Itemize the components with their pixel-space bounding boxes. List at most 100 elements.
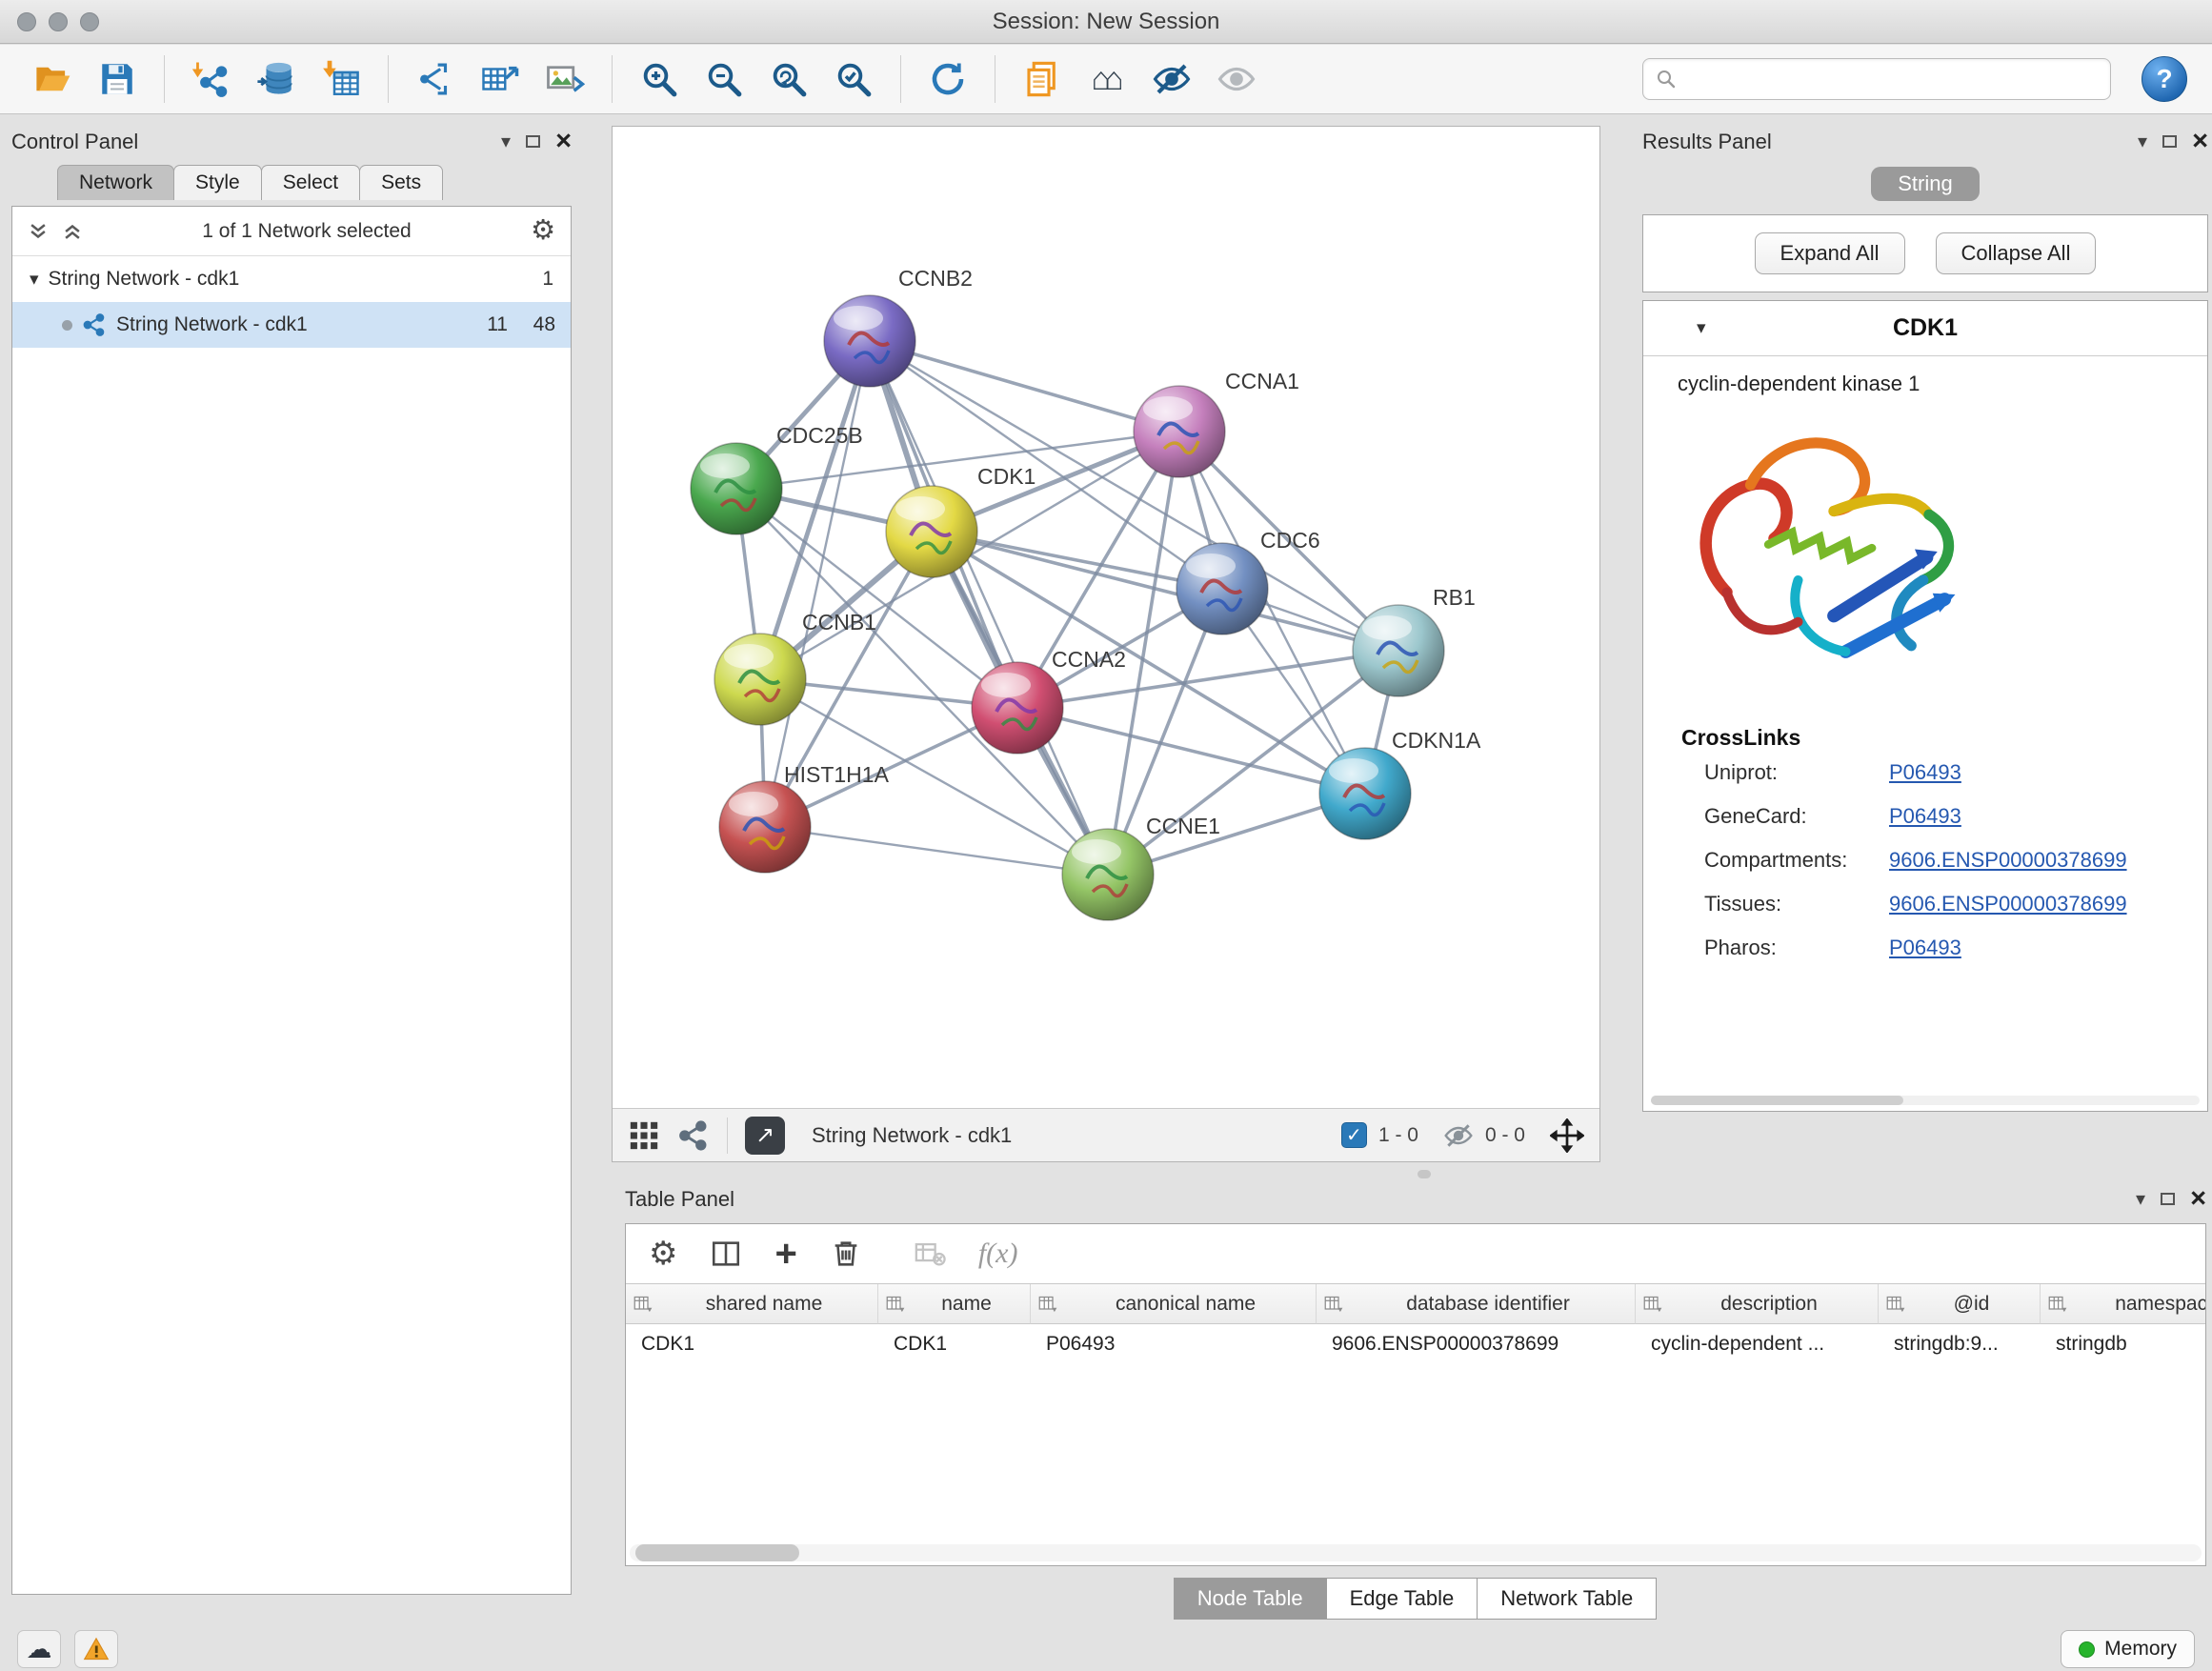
show-columns-icon[interactable]: [710, 1238, 742, 1270]
panel-float-icon[interactable]: [2162, 135, 2177, 148]
zoom-in-button[interactable]: [632, 50, 687, 108]
panel-menu-icon[interactable]: ▾: [501, 130, 511, 153]
column-header[interactable]: name: [878, 1284, 1031, 1324]
zoom-selected-icon: [834, 59, 874, 99]
column-header[interactable]: @id: [1879, 1284, 2041, 1324]
table-settings-gear-icon[interactable]: ⚙: [649, 1238, 677, 1270]
new-network-button[interactable]: [408, 50, 463, 108]
tab-node-table[interactable]: Node Table: [1174, 1578, 1327, 1620]
search-input[interactable]: [1685, 68, 2099, 91]
maximize-window-button[interactable]: [80, 12, 99, 31]
table-row[interactable]: CDK1 CDK1 P06493 9606.ENSP00000378699 cy…: [626, 1324, 2205, 1364]
import-network-icon: [191, 59, 231, 99]
open-session-button[interactable]: [25, 50, 80, 108]
close-window-button[interactable]: [17, 12, 36, 31]
first-neighbors-button[interactable]: ⌂⌂: [1079, 50, 1135, 108]
panel-menu-icon[interactable]: ▾: [2136, 1187, 2145, 1211]
panel-menu-icon[interactable]: ▾: [2138, 130, 2147, 153]
network-canvas[interactable]: CCNB2CCNA1CDC25BCDK1CDC6RB1CCNB1CCNA2CDK…: [613, 127, 1599, 1108]
minimize-window-button[interactable]: [49, 12, 68, 31]
import-network-database-button[interactable]: [249, 50, 304, 108]
network-arrows-icon: [415, 59, 455, 99]
tab-select[interactable]: Select: [261, 165, 360, 200]
save-session-button[interactable]: [90, 50, 145, 108]
refresh-button[interactable]: [920, 50, 975, 108]
zoom-selected-button[interactable]: [826, 50, 881, 108]
show-all-button[interactable]: [1209, 50, 1264, 108]
panel-close-icon[interactable]: ×: [555, 128, 572, 155]
pan-crosshair-icon[interactable]: [1550, 1118, 1584, 1153]
edge-CCNB2-HIST1H1A[interactable]: [765, 341, 870, 827]
open-in-window-button[interactable]: ↗: [745, 1117, 785, 1155]
node-CCNA1[interactable]: CCNA1: [1134, 369, 1299, 477]
collapse-section-icon[interactable]: ▾: [1697, 317, 1706, 339]
tab-network-table[interactable]: Network Table: [1477, 1578, 1657, 1620]
node-CCNB2[interactable]: CCNB2: [824, 266, 973, 387]
edge-CCNB2-CCNE1[interactable]: [870, 341, 1108, 875]
panel-close-icon[interactable]: ×: [2190, 1185, 2206, 1213]
panel-float-icon[interactable]: [2161, 1193, 2175, 1205]
expand-all-icon[interactable]: [28, 221, 49, 242]
cloud-status-button[interactable]: ☁: [17, 1630, 61, 1668]
birds-eye-view-button[interactable]: [628, 1119, 660, 1152]
edge-HIST1H1A-CCNE1[interactable]: [765, 827, 1108, 875]
column-header[interactable]: database identifier: [1317, 1284, 1636, 1324]
memory-button[interactable]: Memory: [2061, 1630, 2195, 1668]
crosslink-pharos-link[interactable]: P06493: [1889, 936, 2207, 960]
import-table-button[interactable]: [313, 50, 369, 108]
node-CDKN1A[interactable]: CDKN1A: [1319, 728, 1481, 839]
export-image-button[interactable]: [537, 50, 593, 108]
results-scrollbar[interactable]: [1651, 1096, 2200, 1105]
delete-column-trash-icon[interactable]: [830, 1238, 862, 1270]
panel-close-icon[interactable]: ×: [2192, 128, 2208, 155]
collapse-all-icon[interactable]: [62, 221, 83, 242]
network-row[interactable]: String Network - cdk1 11 48: [12, 302, 571, 348]
tree-expander-icon[interactable]: ▾: [30, 269, 39, 291]
results-actions: Expand All Collapse All: [1642, 214, 2208, 292]
export-network-icon: [480, 59, 520, 99]
gear-icon[interactable]: ⚙: [531, 217, 555, 245]
network-overview-button[interactable]: [677, 1119, 710, 1152]
copy-button[interactable]: [1015, 50, 1070, 108]
panel-float-icon[interactable]: [526, 135, 540, 148]
crosslink-tissues-link[interactable]: 9606.ENSP00000378699: [1889, 892, 2207, 916]
zoom-fit-button[interactable]: [761, 50, 816, 108]
expand-all-button[interactable]: Expand All: [1755, 232, 1905, 274]
warnings-button[interactable]: [74, 1630, 118, 1668]
houses-icon: ⌂⌂: [1091, 63, 1122, 95]
selected-checkbox[interactable]: ✓: [1341, 1122, 1367, 1148]
column-header[interactable]: namespace: [2041, 1284, 2206, 1324]
tab-sets[interactable]: Sets: [359, 165, 443, 200]
string-results-tab[interactable]: String: [1871, 167, 1979, 201]
node-RB1[interactable]: RB1: [1353, 585, 1476, 696]
column-header[interactable]: shared name: [626, 1284, 878, 1324]
help-button[interactable]: ?: [2142, 56, 2187, 102]
crosslink-uniprot-link[interactable]: P06493: [1889, 760, 2207, 785]
table-horizontal-scrollbar[interactable]: [630, 1544, 2202, 1561]
tab-edge-table[interactable]: Edge Table: [1326, 1578, 1478, 1620]
column-header[interactable]: canonical name: [1031, 1284, 1317, 1324]
splitter-handle[interactable]: [1418, 1170, 1431, 1178]
node-CCNB1[interactable]: CCNB1: [714, 610, 876, 725]
gene-header[interactable]: ▾ CDK1: [1643, 301, 2207, 356]
crosslink-compartments-link[interactable]: 9606.ENSP00000378699: [1889, 848, 2207, 873]
add-column-icon[interactable]: +: [774, 1235, 796, 1273]
edge-CCNB2-CCNA1[interactable]: [870, 341, 1179, 432]
zoom-out-button[interactable]: [696, 50, 752, 108]
cloud-icon: ☁: [27, 1637, 52, 1662]
network-collection-row[interactable]: ▾ String Network - cdk1 1: [12, 256, 571, 302]
node-HIST1H1A[interactable]: HIST1H1A: [719, 762, 890, 873]
import-network-file-button[interactable]: [184, 50, 239, 108]
node-CDK1[interactable]: CDK1: [886, 464, 1036, 577]
node-CDC6[interactable]: CDC6: [1176, 528, 1320, 634]
column-icon: [1038, 1295, 1057, 1314]
tab-style[interactable]: Style: [173, 165, 262, 200]
collapse-all-button[interactable]: Collapse All: [1936, 232, 2097, 274]
crosslink-genecard-link[interactable]: P06493: [1889, 804, 2207, 829]
memory-label: Memory: [2104, 1638, 2177, 1661]
hide-selected-button[interactable]: [1144, 50, 1199, 108]
node-CDC25B[interactable]: CDC25B: [691, 423, 863, 534]
column-header[interactable]: description: [1636, 1284, 1879, 1324]
tab-network[interactable]: Network: [57, 165, 174, 200]
export-network-button[interactable]: [473, 50, 528, 108]
